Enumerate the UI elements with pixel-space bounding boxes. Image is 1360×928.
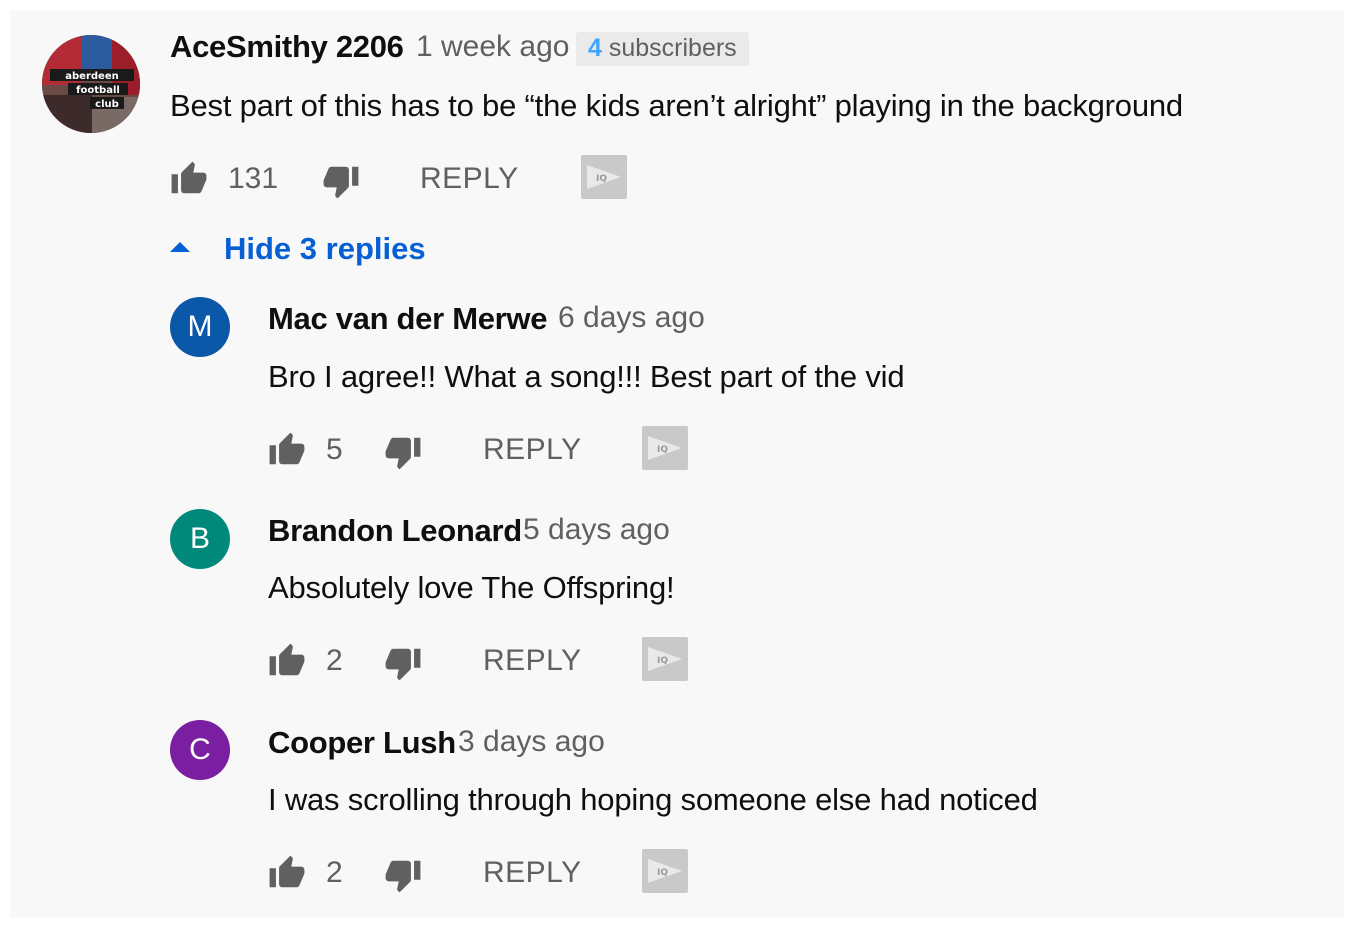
reply-avatar[interactable]: B (170, 509, 230, 569)
reply-timestamp[interactable]: 6 days ago (558, 301, 705, 335)
reply-button[interactable]: REPLY (483, 644, 582, 678)
reply-author-name[interactable]: Brandon Leonard (268, 513, 522, 549)
iq-icon[interactable]: IQ (642, 637, 688, 681)
subscribers-badge: 4 subscribers (576, 32, 749, 66)
thumbs-up-icon[interactable] (268, 642, 306, 685)
comment-text: Best part of this has to be “the kids ar… (170, 88, 1183, 123)
like-count: 131 (228, 162, 279, 195)
comment-author-name[interactable]: AceSmithy 2206 (170, 29, 404, 65)
subscribers-label: subscribers (608, 34, 737, 62)
avatar-logo-word-2: football (76, 85, 120, 96)
iq-icon[interactable]: IQ (581, 155, 627, 199)
like-count: 2 (326, 856, 343, 889)
reply-timestamp[interactable]: 3 days ago (458, 725, 605, 759)
iq-icon[interactable]: IQ (642, 426, 688, 470)
reply-text: Bro I agree!! What a song!!! Best part o… (268, 359, 905, 394)
thumbs-up-icon[interactable] (268, 431, 306, 474)
reply-button[interactable]: REPLY (483, 433, 582, 467)
avatar-logo-word-3: club (95, 99, 119, 110)
hide-replies-button[interactable]: Hide 3 replies (224, 231, 426, 267)
thumbs-down-icon[interactable] (384, 644, 422, 687)
svg-text:IQ: IQ (657, 445, 668, 455)
svg-text:IQ: IQ (657, 656, 668, 666)
avatar-logo-word-1: aberdeen (65, 71, 118, 82)
thumbs-up-icon[interactable] (268, 854, 306, 897)
svg-text:IQ: IQ (657, 868, 668, 878)
reply-avatar[interactable]: C (170, 720, 230, 780)
caret-up-icon[interactable] (168, 239, 192, 260)
subscribers-count: 4 (588, 34, 602, 62)
avatar-logo-image: aberdeen football club (42, 35, 140, 133)
thumbs-down-icon[interactable] (384, 433, 422, 476)
thumbs-up-icon[interactable] (170, 160, 208, 203)
author-avatar[interactable]: aberdeen football club (42, 35, 140, 133)
reply-button[interactable]: REPLY (483, 856, 582, 890)
reply-author-name[interactable]: Cooper Lush (268, 725, 456, 761)
reply-button[interactable]: REPLY (420, 162, 519, 196)
iq-icon[interactable]: IQ (642, 849, 688, 893)
like-count: 5 (326, 433, 343, 466)
reply-timestamp[interactable]: 5 days ago (523, 513, 670, 547)
svg-text:IQ: IQ (596, 174, 607, 184)
thumbs-down-icon[interactable] (384, 856, 422, 899)
comment-timestamp[interactable]: 1 week ago (416, 30, 569, 64)
reply-author-name[interactable]: Mac van der Merwe (268, 301, 547, 337)
like-count: 2 (326, 644, 343, 677)
reply-text: I was scrolling through hoping someone e… (268, 782, 1038, 817)
reply-text: Absolutely love The Offspring! (268, 570, 675, 605)
comment-thread: aberdeen football club AceSmithy 2206 1 … (10, 10, 1344, 918)
reply-avatar[interactable]: M (170, 297, 230, 357)
thumbs-down-icon[interactable] (322, 162, 360, 205)
